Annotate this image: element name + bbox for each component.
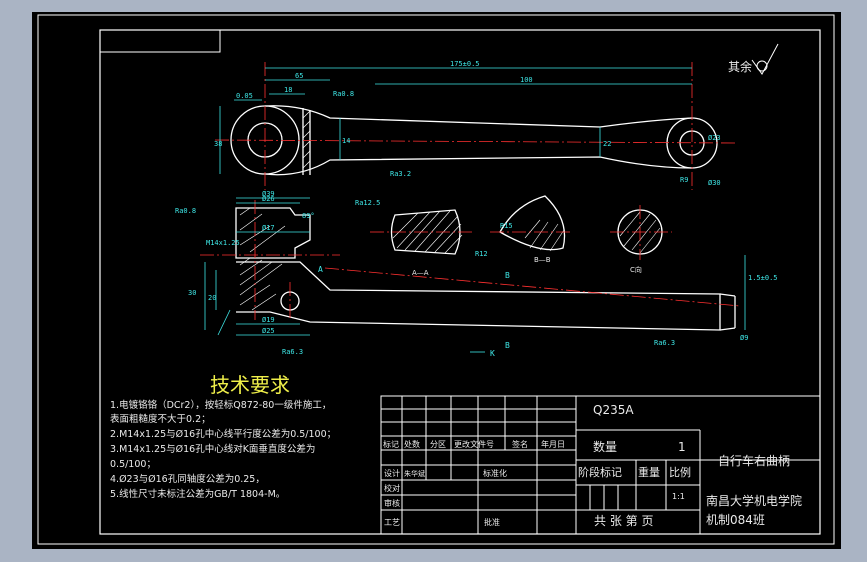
svg-text:Ra6.3: Ra6.3 bbox=[654, 339, 675, 347]
svg-text:R15: R15 bbox=[500, 222, 513, 230]
svg-text:朱华斌: 朱华斌 bbox=[404, 469, 425, 478]
svg-text:数量: 数量 bbox=[593, 439, 617, 454]
svg-text:重量: 重量 bbox=[638, 465, 660, 479]
svg-text:M14x1.25: M14x1.25 bbox=[206, 239, 240, 247]
svg-text:分区: 分区 bbox=[430, 440, 446, 449]
svg-text:4.Ø23与Ø16孔同轴度公差为0.25，: 4.Ø23与Ø16孔同轴度公差为0.25， bbox=[110, 473, 265, 485]
svg-text:3.M14x1.25与Ø16孔中心线对K面垂直度公差为: 3.M14x1.25与Ø16孔中心线对K面垂直度公差为 bbox=[110, 443, 315, 455]
svg-text:阶段标记: 阶段标记 bbox=[578, 465, 622, 479]
svg-text:Q235A: Q235A bbox=[593, 403, 634, 417]
svg-text:设计: 设计 bbox=[384, 468, 400, 478]
svg-text:0.05: 0.05 bbox=[236, 92, 253, 100]
svg-text:Ra0.8: Ra0.8 bbox=[175, 207, 196, 215]
tech-requirements-heading: 技术要求 bbox=[210, 373, 290, 397]
svg-text:30: 30 bbox=[188, 289, 196, 297]
svg-text:R9: R9 bbox=[680, 176, 688, 184]
svg-text:共 张 第 页: 共 张 第 页 bbox=[594, 514, 653, 528]
svg-text:机制084班: 机制084班 bbox=[706, 513, 765, 527]
svg-text:处数: 处数 bbox=[404, 439, 420, 449]
svg-text:标记: 标记 bbox=[383, 439, 399, 449]
svg-text:C向: C向 bbox=[630, 265, 642, 274]
svg-text:1: 1 bbox=[678, 440, 686, 454]
svg-text:南昌大学机电学院: 南昌大学机电学院 bbox=[706, 493, 802, 508]
svg-text:表面粗糙度不大于0.2；: 表面粗糙度不大于0.2； bbox=[110, 413, 211, 425]
svg-text:100: 100 bbox=[520, 76, 533, 84]
svg-text:自行车右曲柄: 自行车右曲柄 bbox=[718, 453, 790, 468]
svg-text:批准: 批准 bbox=[484, 517, 500, 527]
svg-text:年月日: 年月日 bbox=[541, 439, 565, 449]
svg-text:14: 14 bbox=[342, 137, 350, 145]
svg-text:K: K bbox=[490, 349, 495, 358]
svg-text:Ø9: Ø9 bbox=[740, 334, 748, 342]
svg-text:A—A: A—A bbox=[412, 269, 429, 277]
svg-text:Ø25: Ø25 bbox=[262, 327, 275, 335]
svg-text:B: B bbox=[505, 271, 510, 280]
svg-text:175±0.5: 175±0.5 bbox=[450, 60, 480, 68]
svg-text:其余: 其余 bbox=[728, 59, 752, 74]
svg-text:Ra0.8: Ra0.8 bbox=[333, 90, 354, 98]
svg-text:89°: 89° bbox=[302, 212, 315, 220]
svg-text:1.电镀铬铬（DCr2），按轻标Q872-80一级件施工，: 1.电镀铬铬（DCr2），按轻标Q872-80一级件施工， bbox=[110, 399, 331, 411]
svg-text:Ø30: Ø30 bbox=[708, 179, 721, 187]
svg-text:Ra6.3: Ra6.3 bbox=[282, 348, 303, 356]
svg-text:1.5±0.5: 1.5±0.5 bbox=[748, 274, 778, 282]
svg-text:工艺: 工艺 bbox=[384, 518, 400, 527]
svg-text:B: B bbox=[505, 341, 510, 350]
svg-text:Ø19: Ø19 bbox=[262, 316, 275, 324]
svg-text:38: 38 bbox=[214, 140, 222, 148]
svg-text:0.5/100；: 0.5/100； bbox=[110, 459, 156, 470]
svg-text:R12: R12 bbox=[475, 250, 488, 258]
svg-text:1:1: 1:1 bbox=[672, 492, 685, 501]
svg-text:Ra12.5: Ra12.5 bbox=[355, 199, 380, 207]
svg-text:签名: 签名 bbox=[512, 439, 528, 449]
svg-text:标准化: 标准化 bbox=[483, 468, 507, 478]
svg-text:Ø17: Ø17 bbox=[262, 224, 275, 232]
svg-text:2.M14x1.25与Ø16孔中心线平行度公差为0.5/10: 2.M14x1.25与Ø16孔中心线平行度公差为0.5/100； bbox=[110, 428, 336, 440]
svg-text:A: A bbox=[318, 265, 323, 274]
svg-text:20: 20 bbox=[208, 294, 216, 302]
svg-text:18: 18 bbox=[284, 86, 292, 94]
svg-text:Ra3.2: Ra3.2 bbox=[390, 170, 411, 178]
svg-text:审核: 审核 bbox=[384, 498, 400, 508]
svg-text:校对: 校对 bbox=[384, 483, 400, 493]
svg-text:B—B: B—B bbox=[534, 256, 551, 264]
svg-text:Ø26: Ø26 bbox=[262, 195, 275, 203]
svg-text:Ø23: Ø23 bbox=[708, 134, 721, 142]
svg-text:更改文件号: 更改文件号 bbox=[454, 439, 494, 449]
svg-text:比例: 比例 bbox=[669, 465, 691, 479]
svg-text:22: 22 bbox=[603, 140, 611, 148]
cad-drawing-viewport: 其余 175±0.5 65 100 18 38 14 22 0.05 Ø23 Ø… bbox=[0, 0, 867, 562]
svg-text:65: 65 bbox=[295, 72, 303, 80]
svg-text:5.线性尺寸未标注公差为GB/T 1804-M。: 5.线性尺寸未标注公差为GB/T 1804-M。 bbox=[110, 488, 285, 500]
